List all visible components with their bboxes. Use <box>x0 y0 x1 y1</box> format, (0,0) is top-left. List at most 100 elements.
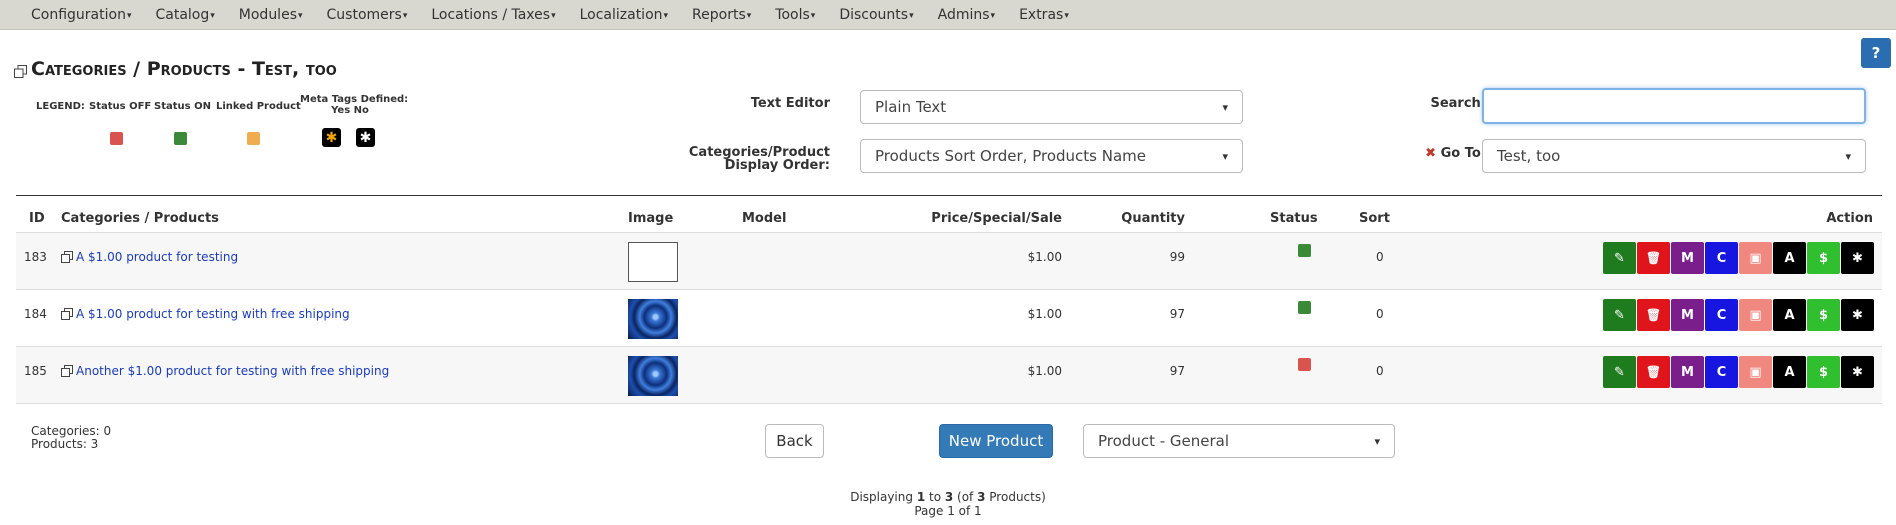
images-button[interactable]: ▣ <box>1739 299 1772 331</box>
header-id: ID <box>29 211 45 226</box>
nav-item-label: Locations / Taxes <box>431 6 551 23</box>
trash-icon: 🗑 <box>1645 365 1662 379</box>
nav-item-tools[interactable]: Tools▾ <box>763 7 827 23</box>
nav-item-locations-taxes[interactable]: Locations / Taxes▾ <box>419 7 567 23</box>
asterisk-icon: ✱ <box>1852 364 1863 380</box>
display-order-select[interactable]: Products Sort Order, Products Name ▾ <box>860 139 1243 173</box>
nav-item-label: Configuration <box>31 6 126 23</box>
status-toggle-on[interactable] <box>1298 301 1311 314</box>
delete-button[interactable]: 🗑 <box>1637 242 1670 274</box>
product-image <box>628 299 678 339</box>
nav-item-localization[interactable]: Localization▾ <box>568 7 680 23</box>
copy-button[interactable]: C <box>1705 356 1738 388</box>
attributes-button[interactable]: A <box>1773 356 1806 388</box>
caret-down-icon: ▾ <box>990 10 996 21</box>
edit-button[interactable]: ✎ <box>1603 299 1636 331</box>
header-price: Price/Special/Sale <box>931 211 1062 226</box>
legend-linked-swatch <box>247 132 260 145</box>
dollar-icon: $ <box>1818 250 1829 266</box>
trash-icon: 🗑 <box>1645 308 1662 322</box>
edit-button[interactable]: ✎ <box>1603 242 1636 274</box>
edit-button[interactable]: ✎ <box>1603 356 1636 388</box>
row-id: 184 <box>24 307 47 321</box>
product-icon <box>61 251 73 263</box>
delete-button[interactable]: 🗑 <box>1637 299 1670 331</box>
product-name-cell[interactable]: A $1.00 product for testing <box>61 250 238 264</box>
product-image <box>628 356 678 396</box>
product-type-value: Product - General <box>1098 432 1230 450</box>
goto-value: Test, too <box>1497 147 1561 165</box>
product-name-cell[interactable]: Another $1.00 product for testing with f… <box>61 364 389 378</box>
meta-yes-asterisk-icon: ✱ <box>322 128 341 147</box>
search-input[interactable] <box>1482 88 1866 124</box>
new-product-button[interactable]: New Product <box>939 424 1053 458</box>
chevron-down-icon: ▾ <box>1374 434 1380 448</box>
displaying-of-word: (of <box>953 490 978 504</box>
dollar-icon: $ <box>1818 307 1829 323</box>
move-icon: M <box>1681 364 1694 380</box>
images-button[interactable]: ▣ <box>1739 356 1772 388</box>
product-type-select[interactable]: Product - General ▾ <box>1083 424 1395 458</box>
meta-no-asterisk-icon: ✱ <box>356 128 375 147</box>
product-link[interactable]: A $1.00 product for testing with free sh… <box>76 307 350 321</box>
attributes-button[interactable]: A <box>1773 299 1806 331</box>
nav-item-label: Admins <box>937 6 990 23</box>
product-link[interactable]: Another $1.00 product for testing with f… <box>76 364 389 378</box>
caret-down-icon: ▾ <box>663 10 669 21</box>
legend-status-off-label: Status OFF <box>89 101 152 112</box>
delete-button[interactable]: 🗑 <box>1637 356 1670 388</box>
product-name-cell[interactable]: A $1.00 product for testing with free sh… <box>61 307 350 321</box>
page-title: Categories / Products - Test, too <box>14 58 337 80</box>
images-button[interactable]: ▣ <box>1739 242 1772 274</box>
nav-item-configuration[interactable]: Configuration▾ <box>19 7 143 23</box>
goto-select[interactable]: Test, too ▾ <box>1482 139 1866 173</box>
nav-item-label: Extras <box>1019 6 1064 23</box>
row-sort: 0 <box>1376 250 1384 264</box>
copy-button[interactable]: C <box>1705 242 1738 274</box>
caret-down-icon: ▾ <box>126 10 132 21</box>
move-button[interactable]: M <box>1671 356 1704 388</box>
pencil-icon: ✎ <box>1614 250 1625 266</box>
pricing-button[interactable]: $ <box>1807 299 1840 331</box>
row-quantity: 99 <box>1169 250 1185 264</box>
row-quantity: 97 <box>1169 307 1185 321</box>
pencil-icon: ✎ <box>1614 307 1625 323</box>
metatags-button[interactable]: ✱ <box>1841 356 1874 388</box>
nav-item-reports[interactable]: Reports▾ <box>680 7 763 23</box>
asterisk-icon: ✱ <box>1852 307 1863 323</box>
row-actions: ✎ 🗑 M C ▣ A $ ✱ <box>1602 356 1874 388</box>
help-button[interactable]: ? <box>1861 38 1891 68</box>
copy-icon: C <box>1716 250 1727 266</box>
displaying-to: 3 <box>944 490 954 504</box>
pricing-button[interactable]: $ <box>1807 356 1840 388</box>
legend-title: LEGEND: <box>36 101 85 112</box>
status-toggle-on[interactable] <box>1298 244 1311 257</box>
nav-item-discounts[interactable]: Discounts▾ <box>827 7 925 23</box>
back-button[interactable]: Back <box>765 424 824 458</box>
nav-item-catalog[interactable]: Catalog▾ <box>143 7 226 23</box>
move-button[interactable]: M <box>1671 299 1704 331</box>
attributes-button[interactable]: A <box>1773 242 1806 274</box>
product-link[interactable]: A $1.00 product for testing <box>76 250 238 264</box>
search-label: Search: <box>1430 96 1486 111</box>
nav-item-extras[interactable]: Extras▾ <box>1007 7 1081 23</box>
displaying-text: Displaying 1 to 3 (of 3 Products) <box>0 490 1896 504</box>
nav-item-modules[interactable]: Modules▾ <box>227 7 315 23</box>
legend-meta-line2: Yes No <box>331 105 369 116</box>
legend-meta-line1: Meta Tags Defined: <box>300 94 409 105</box>
move-button[interactable]: M <box>1671 242 1704 274</box>
nav-item-customers[interactable]: Customers▾ <box>315 7 420 23</box>
caret-down-icon: ▾ <box>746 10 752 21</box>
nav-item-admins[interactable]: Admins▾ <box>926 7 1007 23</box>
close-icon: ✖ <box>1425 146 1437 161</box>
text-editor-label: Text Editor <box>750 96 830 111</box>
displaying-to-word: to <box>925 490 945 504</box>
metatags-button[interactable]: ✱ <box>1841 299 1874 331</box>
status-toggle-off[interactable] <box>1298 358 1311 371</box>
row-price: $1.00 <box>1027 364 1062 378</box>
copy-button[interactable]: C <box>1705 299 1738 331</box>
text-editor-select[interactable]: Plain Text ▾ <box>860 90 1243 124</box>
pricing-button[interactable]: $ <box>1807 242 1840 274</box>
metatags-button[interactable]: ✱ <box>1841 242 1874 274</box>
display-order-label-line2: Display Order: <box>724 158 830 173</box>
